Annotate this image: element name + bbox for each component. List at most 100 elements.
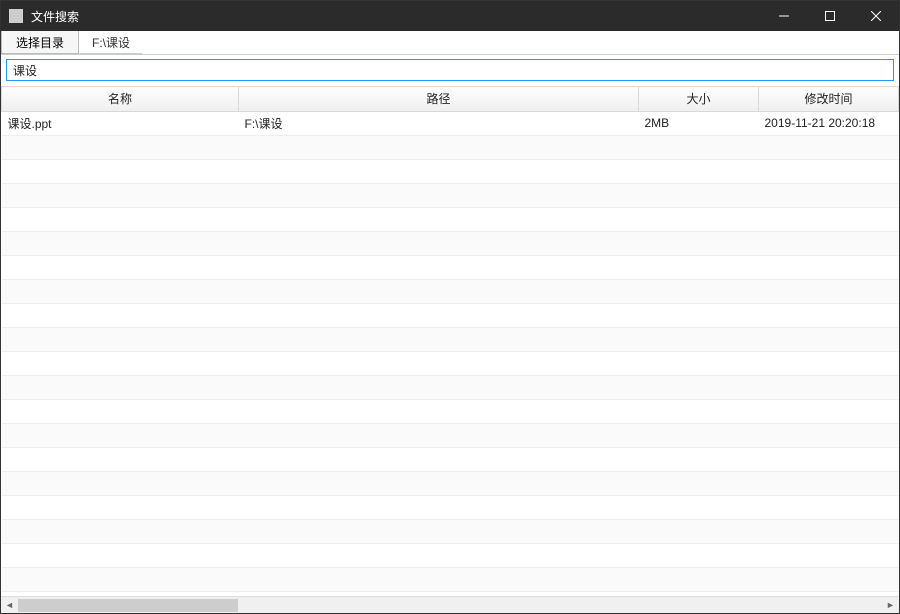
cell-empty — [239, 351, 639, 375]
cell-empty — [2, 135, 239, 159]
search-area — [1, 55, 899, 86]
cell-empty — [2, 351, 239, 375]
cell-empty — [2, 423, 239, 447]
column-header-modified[interactable]: 修改时间 — [759, 87, 899, 111]
table-row-empty — [2, 231, 899, 255]
cell-empty — [639, 519, 759, 543]
cell-empty — [239, 543, 639, 567]
table-row-empty — [2, 447, 899, 471]
column-header-path[interactable]: 路径 — [239, 87, 639, 111]
cell-empty — [2, 231, 239, 255]
cell-empty — [239, 495, 639, 519]
cell-path: F:\课设 — [239, 111, 639, 135]
column-header-size[interactable]: 大小 — [639, 87, 759, 111]
cell-empty — [239, 183, 639, 207]
close-button[interactable] — [853, 1, 899, 31]
cell-empty — [759, 207, 899, 231]
scroll-left-arrow-icon[interactable]: ◄ — [1, 598, 18, 613]
table-row-empty — [2, 135, 899, 159]
cell-empty — [759, 303, 899, 327]
results-table: 名称 路径 大小 修改时间 课设.pptF:\课设2MB2019-11-21 2… — [1, 87, 899, 592]
cell-empty — [759, 375, 899, 399]
table-row-empty — [2, 543, 899, 567]
cell-empty — [639, 471, 759, 495]
cell-empty — [759, 471, 899, 495]
horizontal-scrollbar[interactable]: ◄ ► — [1, 596, 899, 613]
cell-empty — [239, 471, 639, 495]
cell-empty — [639, 159, 759, 183]
cell-empty — [759, 135, 899, 159]
cell-empty — [2, 399, 239, 423]
table-row-empty — [2, 519, 899, 543]
minimize-button[interactable] — [761, 1, 807, 31]
cell-empty — [239, 255, 639, 279]
current-path-label: F:\课设 — [79, 31, 143, 54]
scrollbar-thumb[interactable] — [18, 599, 238, 612]
cell-empty — [759, 255, 899, 279]
cell-empty — [759, 279, 899, 303]
cell-empty — [239, 447, 639, 471]
table-row-empty — [2, 495, 899, 519]
cell-empty — [639, 351, 759, 375]
column-header-name[interactable]: 名称 — [2, 87, 239, 111]
cell-empty — [639, 231, 759, 255]
table-row-empty — [2, 399, 899, 423]
select-directory-button[interactable]: 选择目录 — [1, 31, 79, 54]
search-input[interactable] — [6, 59, 894, 81]
cell-empty — [239, 375, 639, 399]
cell-name: 课设.ppt — [2, 111, 239, 135]
cell-empty — [2, 327, 239, 351]
table-row[interactable]: 课设.pptF:\课设2MB2019-11-21 20:20:18 — [2, 111, 899, 135]
cell-empty — [639, 255, 759, 279]
cell-empty — [239, 303, 639, 327]
cell-empty — [759, 399, 899, 423]
table-row-empty — [2, 327, 899, 351]
cell-empty — [759, 159, 899, 183]
cell-empty — [639, 447, 759, 471]
cell-empty — [2, 279, 239, 303]
cell-empty — [639, 423, 759, 447]
cell-empty — [239, 567, 639, 591]
table-row-empty — [2, 471, 899, 495]
cell-empty — [239, 207, 639, 231]
titlebar: 文件搜索 — [1, 1, 899, 31]
window-controls — [761, 1, 899, 31]
cell-size: 2MB — [639, 111, 759, 135]
cell-empty — [239, 423, 639, 447]
cell-empty — [239, 399, 639, 423]
cell-empty — [639, 399, 759, 423]
cell-empty — [639, 183, 759, 207]
cell-empty — [639, 375, 759, 399]
cell-empty — [2, 567, 239, 591]
table-row-empty — [2, 351, 899, 375]
cell-empty — [759, 495, 899, 519]
table-row-empty — [2, 303, 899, 327]
results-table-wrapper[interactable]: 名称 路径 大小 修改时间 课设.pptF:\课设2MB2019-11-21 2… — [1, 87, 899, 596]
cell-empty — [2, 255, 239, 279]
maximize-icon — [825, 11, 835, 21]
toolbar: 选择目录 F:\课设 — [1, 31, 899, 55]
cell-modified: 2019-11-21 20:20:18 — [759, 111, 899, 135]
cell-empty — [639, 327, 759, 351]
cell-empty — [2, 471, 239, 495]
app-icon — [9, 9, 23, 23]
results-table-container: 名称 路径 大小 修改时间 课设.pptF:\课设2MB2019-11-21 2… — [1, 86, 899, 613]
cell-empty — [759, 567, 899, 591]
scrollbar-track[interactable] — [18, 598, 882, 613]
cell-empty — [759, 183, 899, 207]
cell-empty — [239, 231, 639, 255]
maximize-button[interactable] — [807, 1, 853, 31]
table-header-row: 名称 路径 大小 修改时间 — [2, 87, 899, 111]
scroll-right-arrow-icon[interactable]: ► — [882, 598, 899, 613]
window-title: 文件搜索 — [31, 8, 761, 25]
cell-empty — [759, 231, 899, 255]
cell-empty — [759, 327, 899, 351]
cell-empty — [239, 135, 639, 159]
cell-empty — [639, 207, 759, 231]
cell-empty — [2, 207, 239, 231]
cell-empty — [2, 447, 239, 471]
table-row-empty — [2, 279, 899, 303]
cell-empty — [639, 135, 759, 159]
cell-empty — [639, 543, 759, 567]
close-icon — [871, 11, 881, 21]
